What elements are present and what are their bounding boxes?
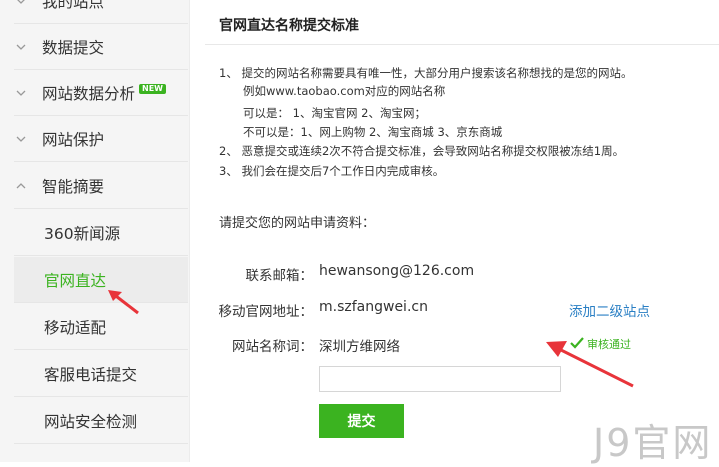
rule-text: 例如www.taobao.com对应的网站名称 xyxy=(243,84,446,98)
sidebar-item-360-news[interactable]: 360新闻源 xyxy=(14,210,188,256)
sidebar-item-mobile-adapt[interactable]: 移动适配 xyxy=(14,304,188,350)
annotation-arrow-icon xyxy=(108,290,139,315)
sidebar-item-label: 客服电话提交 xyxy=(44,365,138,384)
site-name-value: 深圳方维网络 xyxy=(319,339,400,355)
sidebar-item-label: 网站保护 xyxy=(42,130,105,149)
annotation-arrow-icon xyxy=(546,341,634,388)
sidebar-item-site-protection[interactable]: 网站保护 xyxy=(14,116,188,162)
chevron-down-icon xyxy=(14,0,42,4)
divider xyxy=(205,44,719,45)
email-label: 联系邮箱： xyxy=(245,268,314,284)
sidebar-item-data-submit[interactable]: 数据提交 xyxy=(14,24,188,70)
chevron-down-icon xyxy=(14,90,42,96)
sidebar-item-label: 我的站点 xyxy=(42,0,105,11)
sidebar-item-label: 官网直达 xyxy=(44,271,107,290)
sidebar-item-label: 网站安全检测 xyxy=(44,412,138,431)
chevron-down-icon xyxy=(14,44,42,50)
sidebar-item-official-direct[interactable]: 官网直达 xyxy=(14,257,188,303)
rule-text: 1、 提交的网站名称需要具有唯一性，大部分用户搜索该名称想找的是您的网站。 xyxy=(219,66,633,80)
sidebar-item-label: 网站数据分析 xyxy=(42,84,136,103)
sidebar-item-label: 移动适配 xyxy=(44,318,107,337)
rule-text: 可以是： 1、淘宝官网 2、淘宝网； xyxy=(243,106,426,120)
sidebar-item-label: 数据提交 xyxy=(42,38,105,57)
sidebar-item-my-sites[interactable]: 我的站点 xyxy=(14,0,188,24)
sidebar-item-security-check[interactable]: 网站安全检测 xyxy=(14,398,188,444)
sidebar-item-label: 智能摘要 xyxy=(42,177,105,196)
rule-text: 2、 恶意提交或连续2次不符合提交标准，会导致网站名称提交权限被冻结1周。 xyxy=(219,144,625,158)
site-name-input[interactable] xyxy=(319,366,561,392)
sidebar-item-phone-submit[interactable]: 客服电话提交 xyxy=(14,351,188,397)
chevron-up-icon xyxy=(14,182,42,189)
section-label: 请提交您的网站申请资料： xyxy=(219,216,376,231)
submit-button[interactable]: 提交 xyxy=(319,404,404,438)
rule-text: 不可以是：1、网上购物 2、淘宝商城 3、京东商城 xyxy=(243,125,503,139)
rule-text: 3、 我们会在提交后7个工作日内完成审核。 xyxy=(219,164,445,178)
chevron-down-icon xyxy=(14,136,42,142)
sidebar-item-site-analytics[interactable]: 网站数据分析 NEW xyxy=(14,70,188,116)
new-badge: NEW xyxy=(139,83,166,94)
sidebar-item-label: 360新闻源 xyxy=(44,224,121,243)
watermark: J9官网 xyxy=(593,421,713,465)
mobile-url-label: 移动官网地址： xyxy=(218,304,314,320)
add-subsite-link[interactable]: 添加二级站点 xyxy=(569,300,650,320)
sidebar: 我的站点 数据提交 网站数据分析 NEW 网站保护 智能摘要 360新闻源 官网… xyxy=(0,0,190,462)
mobile-url-value: m.szfangwei.cn xyxy=(319,299,428,315)
page-title: 官网直达名称提交标准 xyxy=(219,18,359,34)
site-name-label: 网站名称词： xyxy=(232,339,313,355)
sidebar-item-smart-summary[interactable]: 智能摘要 xyxy=(14,163,188,209)
email-value: hewansong@126.com xyxy=(319,263,475,279)
